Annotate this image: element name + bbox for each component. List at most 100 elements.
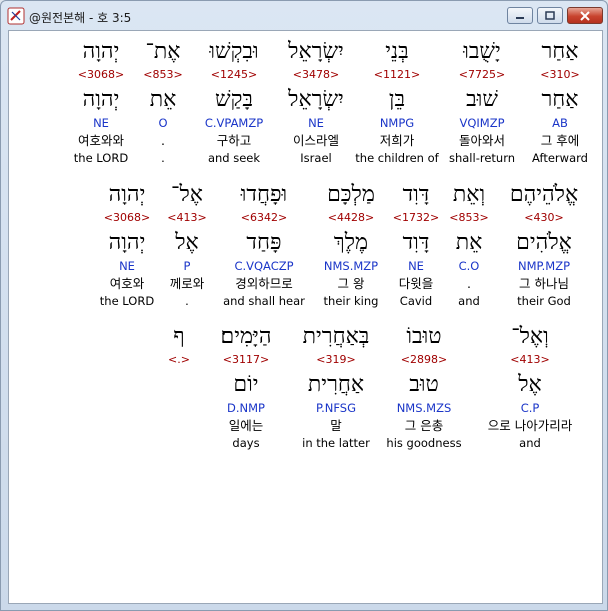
english-gloss: his goodness [386, 436, 462, 450]
strong-number: <2898> [400, 353, 448, 366]
morphology-code: NMS.MZP [323, 259, 379, 273]
hebrew-word: אֶל־ [171, 182, 203, 207]
window-title: @원전본해 - 호 3:5 [29, 11, 132, 25]
korean-gloss: 일에는 [228, 418, 264, 433]
english-gloss: days [232, 436, 260, 450]
strong-number: <4428> [327, 211, 375, 224]
korean-gloss: 그 은총 [404, 418, 444, 433]
korean-gloss: 구하고 [216, 133, 252, 148]
hebrew-lemma: טוּב [409, 372, 439, 397]
hebrew-lemma: יִשְׂרָאֵל [288, 87, 344, 112]
korean-gloss: 여호와 [109, 276, 145, 291]
hebrew-word: וְאֶל־ [511, 324, 549, 349]
strong-number: <413> [510, 353, 550, 366]
english-gloss: their king [323, 294, 379, 308]
morphology-code: VQIMZP [459, 116, 505, 130]
verse-line: אַחַר <310> אַחַר AB 그 후에 Afterward יָשֻׁבוּ <7… [9, 31, 602, 179]
morphology-code: NE [119, 259, 135, 273]
korean-gloss: 께로와 [169, 276, 205, 291]
word-column[interactable]: וְאֶל־ <413> אֶל C.P 으로 나아가리라 and [477, 316, 583, 464]
hebrew-lemma: אֵת [455, 230, 483, 255]
morphology-code: P [183, 259, 191, 273]
hebrew-word: אֱלֹהֵיהֶם [509, 182, 579, 207]
word-column[interactable]: יָשֻׁבוּ <7725> שׁוּב VQIMZP 돌아와서 shall-retur… [443, 31, 521, 179]
word-column[interactable]: דָּוִד <1732> דָּוִד NE 다윗을 Cavid [385, 174, 447, 322]
morphology-code: O [158, 116, 168, 130]
hebrew-lemma: דָּוִד [402, 230, 430, 255]
korean-gloss [159, 417, 199, 434]
korean-gloss: 다윗을 [398, 276, 434, 291]
word-column[interactable]: בְּנֵי <1121> בֵּן NMPG 저희가 the children of [353, 31, 441, 179]
morphology-code: P.NFSG [315, 401, 357, 415]
maximize-icon [545, 10, 555, 20]
word-column[interactable]: מַלְכָּם <4428> מֶלֶךְ NMS.MZP 그 왕 their king [313, 174, 389, 322]
korean-gloss: . [161, 133, 165, 148]
strong-number: <413> [167, 211, 207, 224]
korean-gloss: 그 후에 [540, 133, 580, 148]
word-column[interactable]: וְאֵת <853> אֵת C.O. and [443, 174, 495, 322]
hebrew-lemma: יְהוָה [108, 230, 146, 255]
morphology-code: NMS.MZS [396, 401, 452, 415]
hebrew-word: דָּוִד [402, 182, 430, 207]
word-column[interactable]: הַיָּמִים׃ <3117> יוֹם D.NMP 일에는 days [209, 316, 283, 464]
strong-number: <6342> [240, 211, 288, 224]
english-gloss: the children of [355, 151, 439, 165]
hebrew-lemma [159, 370, 199, 400]
english-gloss: and [458, 294, 480, 308]
minimize-button[interactable] [507, 7, 533, 24]
morphology-code: C.O [458, 259, 480, 273]
morphology-code: C.VPAMZP [204, 116, 264, 130]
word-column[interactable]: יִשְׂרָאֵל <3478> יִשְׂרָאֵל NE 이스라엘 Israel [273, 31, 359, 179]
english-gloss: and seek [207, 151, 261, 165]
hebrew-lemma: אֶל [175, 230, 199, 255]
korean-gloss: 말 [330, 418, 342, 433]
hebrew-word: מַלְכָּם [327, 182, 375, 207]
strong-number: <7725> [458, 68, 506, 81]
title-bar[interactable]: @원전본해 - 호 3:5 [1, 1, 607, 31]
morphology-code: NMPG [379, 116, 415, 130]
hebrew-lemma: אַחַר [541, 87, 579, 112]
morphology-code: NE [93, 116, 109, 130]
interlinear-view: אַחַר <310> אַחַר AB 그 후에 Afterward יָשֻׁבוּ <7… [8, 30, 603, 604]
word-column[interactable]: אֱלֹהֵיהֶם <430> אֱלֹהִים NMP.MZP 그 하나님 their… [497, 174, 591, 322]
korean-gloss: 돌아와서 [458, 133, 505, 148]
english-gloss: in the latter [302, 436, 370, 450]
english-gloss: the LORD [99, 294, 155, 308]
hebrew-lemma: שׁוּב [466, 87, 498, 112]
word-column[interactable]: בְּאַחֲרִית <319> אַחֲרִית P.NFSG 말 in the la… [289, 316, 383, 464]
english-gloss: shall-return [448, 151, 516, 165]
word-column[interactable]: אַחַר <310> אַחַר AB 그 후에 Afterward [525, 31, 595, 179]
hebrew-word: אַחַר [541, 39, 579, 64]
korean-gloss: 이스라엘 [292, 133, 339, 148]
morphology-code [159, 400, 199, 416]
morphology-code: C.P [520, 401, 540, 415]
close-icon [580, 10, 590, 21]
english-gloss: Afterward [532, 151, 588, 165]
morphology-code: NE [308, 116, 324, 130]
hebrew-word: טוּבוֹ [406, 324, 442, 349]
word-column[interactable]: יְהוָה <3068> יְהוָה NE 여호와 the LORD [91, 174, 163, 322]
strong-number: <430> [524, 211, 564, 224]
word-column[interactable]: ף <.> [159, 316, 199, 464]
morphology-code: NE [408, 259, 424, 273]
strong-number: <3117> [222, 353, 270, 366]
hebrew-lemma: אֵת [149, 87, 177, 112]
strong-number: <310> [540, 68, 580, 81]
verse-line: וְאֶל־ <413> אֶל C.P 으로 나아가리라 and טוּבוֹ <2898>… [9, 316, 602, 464]
morphology-code: D.NMP [227, 401, 265, 415]
verse-line: אֱלֹהֵיהֶם <430> אֱלֹהִים NMP.MZP 그 하나님 their… [9, 174, 602, 322]
english-gloss [159, 435, 199, 451]
word-column[interactable]: אֶת־ <853> אֵת O.. [137, 31, 189, 179]
strong-number: <1245> [210, 68, 258, 81]
word-column[interactable]: וּפָחֲדוּ <6342> פָּחַד C.VQACZP 경외하므로 and sh… [215, 174, 313, 322]
word-column[interactable]: יְהוָה <3068> יְהוָה NE 여호와와 the LORD [65, 31, 137, 179]
word-column[interactable]: וּבִקְשׁוּ <1245> בָּקַשׁ C.VPAMZP 구하고 and se… [193, 31, 275, 179]
strong-number: <319> [316, 353, 356, 366]
close-button[interactable] [567, 7, 603, 24]
word-column[interactable]: אֶל־ <413> אֶל P 께로와. [159, 174, 215, 322]
korean-gloss: 여호와와 [77, 133, 124, 148]
hebrew-lemma: פָּחַד [246, 230, 282, 255]
word-column[interactable]: טוּבוֹ <2898> טוּב NMS.MZS 그 은총 his goodness [379, 316, 469, 464]
english-gloss: Israel [300, 151, 332, 165]
maximize-button[interactable] [537, 7, 563, 24]
